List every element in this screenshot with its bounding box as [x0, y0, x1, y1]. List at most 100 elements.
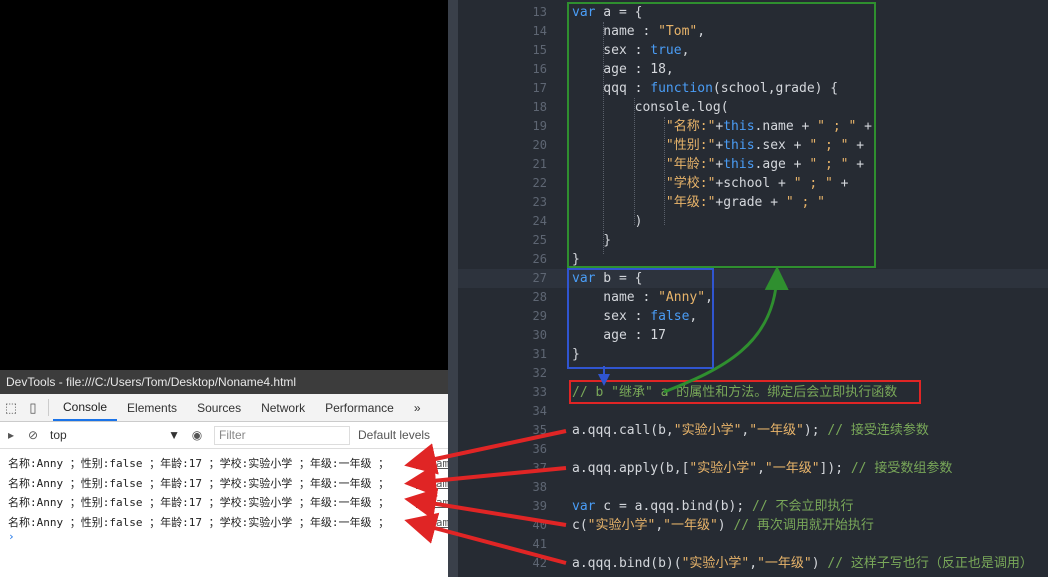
code-line[interactable]: 31}	[448, 345, 1048, 364]
code-text: sex : true,	[572, 43, 690, 58]
line-number: 35	[532, 423, 547, 437]
line-number: 40	[532, 518, 547, 532]
code-line[interactable]: 29 sex : false,	[448, 307, 1048, 326]
line-number: 21	[532, 157, 547, 171]
code-line[interactable]: 30 age : 17	[448, 326, 1048, 345]
code-text: name : "Tom",	[572, 24, 706, 39]
line-number: 25	[532, 233, 547, 247]
log-source-link[interactable]: Nonam	[416, 493, 448, 513]
line-number: 42	[532, 556, 547, 570]
context-value: top	[50, 428, 67, 442]
code-line[interactable]: 32	[448, 364, 1048, 383]
code-text: "年级:"+grade + " ; "	[665, 195, 825, 210]
log-source-link[interactable]: Nonam	[416, 474, 448, 494]
code-text: "名称:"+this.name + " ; " +	[665, 119, 872, 134]
code-text: "年龄:"+this.age + " ; " +	[665, 157, 865, 172]
code-line[interactable]: 34	[448, 402, 1048, 421]
code-line[interactable]: 24 )	[448, 212, 1048, 231]
clear-console-icon[interactable]: ⊘	[22, 428, 44, 442]
filter-input[interactable]: Filter	[214, 425, 350, 445]
context-select[interactable]: top ▼	[44, 428, 186, 442]
code-line[interactable]: 42 a.qqq.bind(b)("实验小学","一年级") // 这样子写也行（…	[448, 554, 1048, 573]
line-number: 23	[532, 195, 547, 209]
inspect-icon[interactable]: ⬚	[0, 394, 22, 421]
code-text: a.qqq.call(b,"实验小学","一年级"); // 接受连续参数	[572, 423, 929, 438]
line-number: 30	[532, 328, 547, 342]
code-line[interactable]: 18 console.log(	[448, 98, 1048, 117]
levels-dropdown[interactable]: Default levels	[358, 428, 430, 442]
tab-sources[interactable]: Sources	[187, 394, 251, 421]
line-number: 33	[532, 385, 547, 399]
line-number: 39	[532, 499, 547, 513]
code-line[interactable]: 17 qqq : function(school,grade) {	[448, 79, 1048, 98]
sidebar-toggle-icon[interactable]: ▸	[0, 428, 22, 442]
code-line[interactable]: 41	[448, 535, 1048, 554]
code-text: c("实验小学","一年级") // 再次调用就开始执行	[572, 518, 874, 533]
indent-guide	[603, 22, 604, 254]
log-source-link[interactable]: Nonam	[416, 513, 448, 533]
code-line[interactable]: 35 a.qqq.call(b,"实验小学","一年级"); // 接受连续参数	[448, 421, 1048, 440]
line-number: 32	[532, 366, 547, 380]
code-editor[interactable]: 13 var a = {14 name : "Tom", 15 sex : true…	[448, 0, 1048, 577]
code-text: age : 17	[572, 328, 666, 343]
console-output: 名称:Anny ；性别:false ；年龄:17 ；学校:实验小学 ；年级:一年…	[0, 449, 448, 542]
code-text: "性别:"+this.sex + " ; " +	[665, 138, 865, 153]
code-line[interactable]: 20 "性别:"+this.sex + " ; " +	[448, 136, 1048, 155]
code-text: var a = {	[572, 5, 643, 20]
line-number: 20	[532, 138, 547, 152]
code-line[interactable]: 40 c("实验小学","一年级") // 再次调用就开始执行	[448, 516, 1048, 535]
console-prompt[interactable]: ›	[0, 531, 448, 542]
code-line[interactable]: 23 "年级:"+grade + " ; "	[448, 193, 1048, 212]
code-line[interactable]: 21 "年龄:"+this.age + " ; " +	[448, 155, 1048, 174]
line-number: 18	[532, 100, 547, 114]
code-line[interactable]: 22 "学校:"+school + " ; " +	[448, 174, 1048, 193]
devtools-title: DevTools - file:///C:/Users/Tom/Desktop/…	[0, 370, 448, 394]
tab-console[interactable]: Console	[53, 394, 118, 421]
code-text: }	[572, 252, 580, 267]
code-text: name : "Anny",	[572, 290, 713, 305]
device-toolbar-icon[interactable]: ▯	[22, 394, 44, 421]
indent-guide	[664, 117, 665, 225]
tab-network[interactable]: Network	[251, 394, 315, 421]
line-number: 34	[532, 404, 547, 418]
indent-guide	[634, 98, 635, 225]
devtools-window: DevTools - file:///C:/Users/Tom/Desktop/…	[0, 370, 449, 577]
code-line[interactable]: 14 name : "Tom",	[448, 22, 1048, 41]
line-number: 41	[532, 537, 547, 551]
code-line[interactable]: 19 "名称:"+this.name + " ; " +	[448, 117, 1048, 136]
tab-elements[interactable]: Elements	[117, 394, 187, 421]
more-tabs-button[interactable]: »	[404, 394, 431, 421]
line-number: 38	[532, 480, 547, 494]
code-line[interactable]: 26}	[448, 250, 1048, 269]
console-toolbar: ▸ ⊘ top ▼ ◉ Filter Default levels	[0, 422, 448, 449]
code-text: // b "继承" a 的属性和方法。绑定后会立即执行函数	[572, 385, 898, 400]
code-line[interactable]: 15 sex : true,	[448, 41, 1048, 60]
log-line: 名称:Anny ；性别:false ；年龄:17 ；学校:实验小学 ；年级:一年…	[0, 513, 448, 533]
code-line[interactable]: 16 age : 18,	[448, 60, 1048, 79]
code-line[interactable]: 28 name : "Anny",	[448, 288, 1048, 307]
code-line[interactable]: 33 // b "继承" a 的属性和方法。绑定后会立即执行函数	[448, 383, 1048, 402]
code-text: qqq : function(school,grade) {	[572, 81, 839, 96]
tab-performance[interactable]: Performance	[315, 394, 404, 421]
code-text: "学校:"+school + " ; " +	[665, 176, 849, 191]
log-source-link[interactable]: Nonam	[416, 454, 448, 474]
line-number: 27	[532, 271, 547, 285]
code-line[interactable]: 37 a.qqq.apply(b,["实验小学","一年级"]); // 接受数组…	[448, 459, 1048, 478]
code-text: var c = a.qqq.bind(b); // 不会立即执行	[572, 499, 854, 514]
line-number: 26	[532, 252, 547, 266]
code-line[interactable]: 38	[448, 478, 1048, 497]
browser-viewport	[0, 0, 448, 370]
editor-scrollbar[interactable]	[448, 0, 458, 577]
line-number: 28	[532, 290, 547, 304]
code-line[interactable]: 39 var c = a.qqq.bind(b); // 不会立即执行	[448, 497, 1048, 516]
eye-icon[interactable]: ◉	[186, 428, 208, 442]
code-line[interactable]: 27 var b = {	[448, 269, 1048, 288]
code-line[interactable]: 36	[448, 440, 1048, 459]
code-text: }	[572, 233, 612, 248]
code-text: age : 18,	[572, 62, 674, 77]
line-number: 31	[532, 347, 547, 361]
line-number: 17	[532, 81, 547, 95]
line-number: 36	[532, 442, 547, 456]
code-line[interactable]: 25 }	[448, 231, 1048, 250]
code-line[interactable]: 13 var a = {	[448, 3, 1048, 22]
